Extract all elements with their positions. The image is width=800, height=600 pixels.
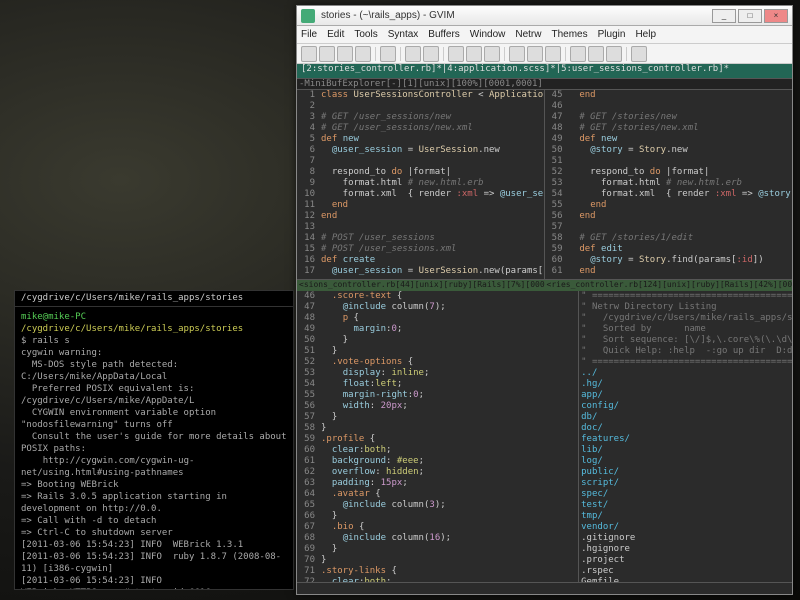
open-file-icon[interactable]	[319, 46, 335, 62]
menu-syntax[interactable]: Syntax	[388, 29, 419, 40]
status-line: <sions_controller.rb[44][unix][ruby][Rai…	[297, 280, 545, 291]
tags-icon[interactable]	[606, 46, 622, 62]
netrw-entry[interactable]: vendor/	[581, 522, 790, 533]
netrw-entry[interactable]: spec/	[581, 489, 790, 500]
netrw-entry[interactable]: .project	[581, 555, 790, 566]
netrw-entry[interactable]: log/	[581, 456, 790, 467]
toolbar-separator	[375, 47, 376, 61]
line-number-gutter: 4647484950515253545556575859606162636465…	[297, 291, 319, 582]
close-button[interactable]: ×	[764, 9, 788, 23]
status-line: <ries_controller.rb[124][unix][ruby][Rai…	[545, 280, 793, 291]
netrw-entry[interactable]: .hg/	[581, 379, 790, 390]
toolbar-separator	[565, 47, 566, 61]
paste-icon[interactable]	[484, 46, 500, 62]
cut-icon[interactable]	[448, 46, 464, 62]
netrw-entry[interactable]: public/	[581, 467, 790, 478]
shell-icon[interactable]	[588, 46, 604, 62]
netrw-entry[interactable]: .hgignore	[581, 544, 790, 555]
netrw-entry[interactable]: features/	[581, 434, 790, 445]
toolbar-separator	[626, 47, 627, 61]
menu-buffers[interactable]: Buffers	[428, 29, 460, 40]
line-number-gutter: 1234567891011121314151617	[297, 90, 319, 279]
print-icon[interactable]	[380, 46, 396, 62]
toolbar[interactable]	[297, 44, 792, 64]
app-icon	[301, 9, 315, 23]
window-titlebar[interactable]: stories - (~\rails_apps) - GVIM _ □ ×	[297, 6, 792, 26]
code-area[interactable]: .score-text { @include column(7); p { ma…	[319, 291, 578, 582]
toolbar-separator	[400, 47, 401, 61]
minibuf-explorer[interactable]: -MiniBufExplorer[-][1][unix][100%][0001,…	[297, 78, 792, 90]
terminal-titlebar[interactable]: /cygdrive/c/Users/mike/rails_apps/storie…	[15, 291, 293, 307]
netrw-entry[interactable]: script/	[581, 478, 790, 489]
maximize-button[interactable]: □	[738, 9, 762, 23]
help-icon[interactable]	[631, 46, 647, 62]
copy-icon[interactable]	[466, 46, 482, 62]
new-file-icon[interactable]	[301, 46, 317, 62]
undo-icon[interactable]	[405, 46, 421, 62]
editor-area: 1234567891011121314151617 class UserSess…	[297, 90, 792, 582]
netrw-entry[interactable]: .gitignore	[581, 533, 790, 544]
toolbar-separator	[504, 47, 505, 61]
find-icon[interactable]	[509, 46, 525, 62]
toolbar-separator	[443, 47, 444, 61]
netrw-entry[interactable]: db/	[581, 412, 790, 423]
menu-themes[interactable]: Themes	[552, 29, 588, 40]
menu-plugin[interactable]: Plugin	[598, 29, 626, 40]
menu-bar[interactable]: File Edit Tools Syntax Buffers Window Netrw The…	[297, 26, 792, 44]
minimize-button[interactable]: _	[712, 9, 736, 23]
tab-bar[interactable]: [2:stories_controller.rb]*|4:application…	[297, 64, 792, 78]
find-next-icon[interactable]	[527, 46, 543, 62]
make-icon[interactable]	[570, 46, 586, 62]
netrw-entry[interactable]: tmp/	[581, 511, 790, 522]
netrw-entry[interactable]: lib/	[581, 445, 790, 456]
redo-icon[interactable]	[423, 46, 439, 62]
menu-tools[interactable]: Tools	[354, 29, 377, 40]
pane-netrw[interactable]: " ======================================…	[579, 291, 792, 582]
netrw-entry[interactable]: test/	[581, 500, 790, 511]
terminal-window[interactable]: /cygdrive/c/Users/mike/rails_apps/storie…	[14, 290, 294, 590]
menu-netrw[interactable]: Netrw	[515, 29, 541, 40]
code-area[interactable]: end # GET /stories/new # GET /stories/ne…	[567, 90, 793, 279]
code-area[interactable]: class UserSessionsController < Applicati…	[319, 90, 544, 279]
find-prev-icon[interactable]	[545, 46, 561, 62]
menu-file[interactable]: File	[301, 29, 317, 40]
netrw-entry[interactable]: config/	[581, 401, 790, 412]
pane-user-sessions-controller[interactable]: 1234567891011121314151617 class UserSess…	[297, 90, 545, 280]
pane-stories-controller[interactable]: 4546474849505152535455565758596061 end #…	[545, 90, 793, 280]
pane-application-scss[interactable]: 4647484950515253545556575859606162636465…	[297, 291, 579, 582]
window-title: stories - (~\rails_apps) - GVIM	[321, 10, 712, 21]
menu-help[interactable]: Help	[635, 29, 656, 40]
netrw-entry[interactable]: .rspec	[581, 566, 790, 577]
terminal-body[interactable]: mike@mike-PC /cygdrive/c/Users/mike/rail…	[15, 307, 293, 589]
save-all-icon[interactable]	[355, 46, 371, 62]
netrw-listing[interactable]: " ======================================…	[579, 291, 792, 582]
netrw-entry[interactable]: ../	[581, 368, 790, 379]
command-line[interactable]	[297, 582, 792, 594]
netrw-entry[interactable]: doc/	[581, 423, 790, 434]
line-number-gutter: 4546474849505152535455565758596061	[545, 90, 567, 279]
menu-window[interactable]: Window	[470, 29, 506, 40]
netrw-entry[interactable]: app/	[581, 390, 790, 401]
menu-edit[interactable]: Edit	[327, 29, 344, 40]
gvim-window[interactable]: stories - (~\rails_apps) - GVIM _ □ × Fi…	[296, 5, 793, 595]
save-icon[interactable]	[337, 46, 353, 62]
